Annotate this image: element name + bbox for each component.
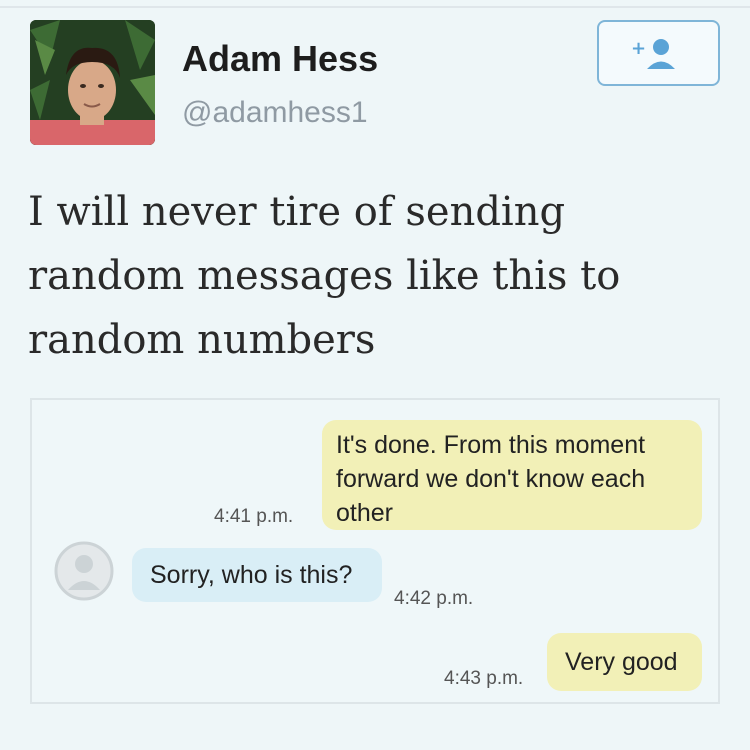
svg-text:+: + bbox=[631, 38, 646, 59]
tweet-text: I will never tire of sending random mess… bbox=[28, 180, 728, 372]
message-line: It's done. From this moment bbox=[336, 431, 646, 459]
tweet-line: I will never tire of sending bbox=[28, 189, 566, 235]
tweet-card: Adam Hess @adamhess1 + I will never tire… bbox=[0, 0, 750, 750]
add-user-icon: + bbox=[631, 38, 675, 69]
author-name[interactable]: Adam Hess bbox=[182, 38, 378, 80]
author-handle[interactable]: @adamhess1 bbox=[182, 96, 368, 130]
message-line: other bbox=[336, 499, 393, 527]
message-timestamp: 4:42 p.m. bbox=[394, 588, 474, 609]
message-line: Very good bbox=[565, 648, 678, 676]
contact-avatar-icon bbox=[54, 541, 114, 601]
message-line: Sorry, who is this? bbox=[150, 561, 353, 589]
message-timestamp: 4:41 p.m. bbox=[214, 506, 294, 527]
message-timestamp: 4:43 p.m. bbox=[444, 668, 524, 689]
divider bbox=[0, 6, 750, 8]
message-bubble-outgoing: Very good bbox=[547, 633, 702, 691]
message-screenshot: It's done. From this moment forward we d… bbox=[30, 398, 720, 704]
avatar[interactable] bbox=[30, 20, 155, 145]
message-line: forward we don't know each bbox=[336, 465, 646, 493]
profile-photo bbox=[30, 20, 155, 145]
message-bubble-incoming: Sorry, who is this? bbox=[132, 548, 382, 602]
follow-button[interactable]: + bbox=[597, 20, 720, 86]
message-bubble-outgoing: It's done. From this moment forward we d… bbox=[322, 420, 702, 530]
tweet-line: random numbers bbox=[28, 317, 376, 363]
tweet-line: random messages like this to bbox=[28, 253, 621, 299]
